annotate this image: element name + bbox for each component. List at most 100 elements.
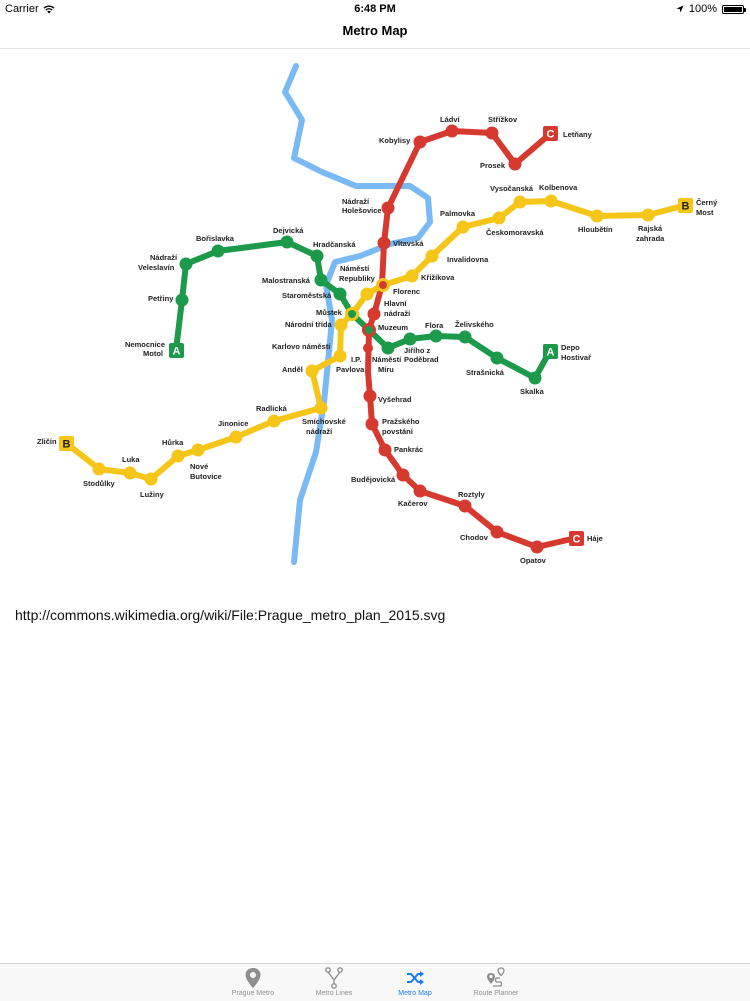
tab-label: Metro Map (398, 990, 432, 997)
metro-map: C C A A B B Letňany Prosek Střížkov Ládv… (0, 50, 750, 590)
label-kacerov: Kačerov (398, 499, 428, 508)
station-dot-nadrazi-holesovice[interactable] (381, 201, 395, 215)
line-letter: A (173, 346, 181, 358)
branch-lines-icon (325, 967, 343, 989)
label-namesti-miru-2: Míru (378, 365, 394, 374)
tab-prague-metro[interactable]: Prague Metro (213, 964, 293, 1001)
station-dot-kacerov[interactable] (413, 484, 427, 498)
label-ip-pavlova-2: Pavlova (336, 365, 365, 374)
label-mustek: Můstek (316, 308, 343, 317)
transfer-muzeum[interactable] (362, 323, 376, 337)
label-hloubetin: Hloubětín (578, 225, 613, 234)
station-dot-namesti-republiky[interactable] (360, 287, 374, 301)
station-dot-dejvicka[interactable] (280, 235, 294, 249)
station-dot-petriny[interactable] (175, 293, 189, 307)
tab-bar: Prague Metro Metro Lines Metro Map Route… (0, 963, 750, 1001)
line-a-terminus-nemocnice-motol[interactable]: A (169, 343, 184, 358)
station-dot-stodulky[interactable] (92, 462, 106, 476)
label-borislavka: Bořislavka (196, 234, 235, 243)
station-dot-nove-butovice[interactable] (191, 443, 205, 457)
station-dot-narodni-trida[interactable] (334, 318, 348, 332)
station-dot-radlicka[interactable] (267, 414, 281, 428)
label-stodulky: Stodůlky (83, 479, 115, 488)
label-hlavni-nadrazi-2: nádraží (384, 309, 411, 318)
label-depo-2: Hostivař (561, 353, 591, 362)
station-dot-ladvi[interactable] (445, 124, 459, 138)
line-a-terminus-depo-hostivar[interactable]: A (543, 344, 558, 359)
label-vysocanska: Vysočanská (490, 184, 534, 193)
tab-metro-lines[interactable]: Metro Lines (294, 964, 374, 1001)
line-b-terminus-cerny-most[interactable]: B (678, 198, 693, 213)
station-dot-vltavska[interactable] (377, 236, 391, 250)
line-letter: B (63, 439, 71, 451)
tab-metro-map[interactable]: Metro Map (375, 964, 455, 1001)
line-c-terminus-letnany[interactable]: C (543, 126, 558, 141)
station-dot-rajska-zahrada[interactable] (641, 208, 655, 222)
station-dot-jinonice[interactable] (229, 430, 243, 444)
metro-map-svg: C C A A B B Letňany Prosek Střížkov Ládv… (37, 63, 718, 565)
label-jiriho-2: Poděbrad (404, 355, 439, 364)
station-dot-ceskomoravska[interactable] (492, 211, 506, 225)
station-dot-hlavni-nadrazi[interactable] (367, 307, 381, 321)
station-dot-staromestska[interactable] (333, 287, 347, 301)
station-dot-hloubetin[interactable] (590, 209, 604, 223)
station-dot-prazskeho-povstani[interactable] (365, 417, 379, 431)
station-dot-luka[interactable] (123, 466, 137, 480)
label-nadrazi-holesovice-1: Nádraží (342, 197, 370, 206)
transfer-mustek[interactable] (345, 307, 359, 321)
station-dot-prosek[interactable] (508, 157, 522, 171)
label-petriny: Petřiny (148, 294, 174, 303)
source-link[interactable]: http://commons.wikimedia.org/wiki/File:P… (15, 607, 445, 623)
station-dot-borislavka[interactable] (211, 244, 225, 258)
station-dot-hurka[interactable] (171, 449, 185, 463)
shuffle-icon (407, 971, 424, 985)
label-palmovka: Palmovka (440, 209, 476, 218)
station-dot-strasnicka[interactable] (490, 351, 504, 365)
label-namesti-republiky-2: Republiky (339, 274, 376, 283)
label-zlicin: Zličín (37, 437, 57, 446)
navigation-bar: Metro Map (0, 18, 750, 49)
station-dot-palmovka[interactable] (456, 220, 470, 234)
label-pankrac: Pankrác (394, 445, 423, 454)
station-dot-hradcanska[interactable] (310, 249, 324, 263)
station-dot-zelivskeho[interactable] (458, 330, 472, 344)
station-dot-vysocanska[interactable] (513, 195, 527, 209)
station-dot-flora[interactable] (429, 329, 443, 343)
station-dot-malostranska[interactable] (314, 273, 328, 287)
battery-icon (722, 4, 746, 14)
label-jiriho-1: Jiřího z (404, 346, 431, 355)
label-nadrazi-veleslavin-2: Veleslavín (138, 263, 175, 272)
label-smichovske-1: Smíchovské (302, 417, 346, 426)
station-dot-opatov[interactable] (530, 540, 544, 554)
transfer-florenc[interactable] (376, 278, 390, 292)
line-letter: C (547, 129, 555, 141)
station-dot-kobylisy[interactable] (413, 135, 427, 149)
line-b-terminus-zlicin[interactable]: B (59, 436, 74, 451)
station-dot-budejovicka[interactable] (396, 468, 410, 482)
station-dot-ip-pavlova[interactable] (363, 343, 373, 353)
station-dot-andel[interactable] (305, 364, 319, 378)
station-dot-namesti-miru[interactable] (381, 341, 395, 355)
station-dot-kolbenova[interactable] (544, 194, 558, 208)
station-dot-luziny[interactable] (144, 472, 158, 486)
station-dot-karlovo-namesti[interactable] (333, 349, 347, 363)
tab-route-planner[interactable]: Route Planner (456, 964, 536, 1001)
label-invalidovna: Invalidovna (447, 255, 489, 264)
label-ceskomoravska: Českomoravská (486, 228, 544, 237)
station-dot-skalka[interactable] (528, 371, 542, 385)
station-dot-vysehrad[interactable] (363, 389, 377, 403)
station-dot-invalidovna[interactable] (425, 249, 439, 263)
station-dot-roztyly[interactable] (458, 499, 472, 513)
station-dot-krizikova[interactable] (405, 269, 419, 283)
station-dot-jiriho-z-podebrad[interactable] (403, 332, 417, 346)
tab-label: Metro Lines (315, 990, 353, 997)
label-cerny-1: Černý (696, 198, 718, 207)
station-dot-strizkov[interactable] (485, 126, 499, 140)
station-dot-pankrac[interactable] (378, 443, 392, 457)
label-namesti-miru-1: Náměstí (372, 355, 402, 364)
line-c-terminus-haje[interactable]: C (569, 531, 584, 546)
label-kolbenova: Kolbenova (539, 183, 578, 192)
station-dot-nadrazi-veleslavin[interactable] (179, 257, 193, 271)
station-dot-chodov[interactable] (490, 525, 504, 539)
station-dot-smichovske-nadrazi[interactable] (314, 401, 328, 415)
